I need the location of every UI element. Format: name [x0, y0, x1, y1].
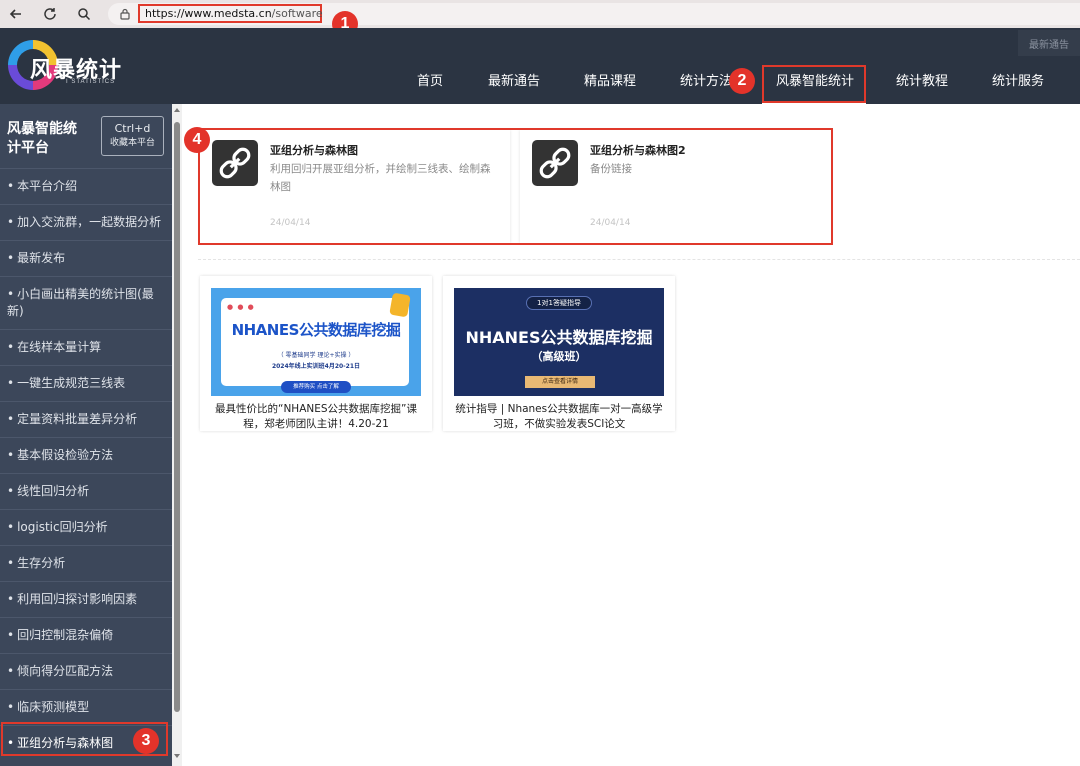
- sidebar-item[interactable]: • 加入交流群，一起数据分析: [0, 204, 172, 240]
- promo-image-button: 点击查看详情: [525, 376, 595, 388]
- bookmark-button[interactable]: Ctrl+d 收藏本平台: [101, 116, 164, 156]
- promo-image-subtitle: （高级班）: [531, 350, 587, 363]
- nav-item-services[interactable]: 统计服务: [992, 70, 1044, 89]
- promo-image-line: （ 零基础同学 理论+实操 ）: [277, 352, 355, 359]
- sidebar-item[interactable]: • 定量资料批量差异分析: [0, 401, 172, 437]
- sidebar-title: 风暴智能统计平台: [7, 121, 77, 156]
- url-field[interactable]: https://www.medsta.cn/software: [138, 4, 323, 23]
- sidebar-scrollbar-thumb[interactable]: [174, 122, 180, 712]
- promo-caption[interactable]: 最具性价比的“NHANES公共数据库挖掘”课程，郑老师团队主讲！4.20-21: [208, 402, 424, 432]
- nav-item-methods[interactable]: 统计方法: [680, 70, 732, 89]
- promo-card[interactable]: ● ● ● NHANES公共数据库挖掘 （ 零基础同学 理论+实操 ） 2024…: [200, 276, 432, 431]
- back-icon[interactable]: [6, 4, 26, 24]
- scroll-up-icon[interactable]: [173, 106, 181, 114]
- sidebar-item[interactable]: • 一键生成规范三线表: [0, 365, 172, 401]
- promo-card[interactable]: 1对1答疑指导 NHANES公共数据库挖掘 （高级班） 点击查看详情 统计指导 …: [443, 276, 675, 431]
- sidebar-item[interactable]: • logistic回归分析: [0, 509, 172, 545]
- promo-image-line: 2024年线上实训班4月20-21日: [271, 363, 361, 370]
- promo-image[interactable]: ● ● ● NHANES公共数据库挖掘 （ 零基础同学 理论+实操 ） 2024…: [211, 288, 421, 396]
- top-notice-link[interactable]: 最新通告: [1018, 30, 1080, 56]
- promo-image[interactable]: 1对1答疑指导 NHANES公共数据库挖掘 （高级班） 点击查看详情: [454, 288, 664, 396]
- nav-item-courses[interactable]: 精品课程: [584, 70, 636, 89]
- site-logo[interactable]: 风暴统计 I STATISTICS: [6, 36, 146, 92]
- annotation-badge-3: 3: [133, 728, 159, 754]
- search-icon[interactable]: [74, 4, 94, 24]
- sidebar-item[interactable]: • 在线样本量计算: [0, 329, 172, 365]
- url-path: /software: [271, 7, 323, 20]
- url-domain: https://www.medsta.cn: [145, 7, 272, 20]
- promo-image-tag: 1对1答疑指导: [526, 296, 592, 310]
- promo-image-panel: [221, 298, 409, 386]
- sidebar-item[interactable]: • 临床预测模型: [0, 689, 172, 725]
- sidebar-item[interactable]: • 倾向得分匹配方法: [0, 653, 172, 689]
- sidebar-item[interactable]: • 小白画出精美的统计图(最新): [0, 276, 172, 329]
- sticker-icon: [389, 292, 411, 318]
- reload-icon[interactable]: [40, 4, 60, 24]
- site-info-icon[interactable]: [118, 6, 132, 20]
- browser-toolbar: https://www.medsta.cn/software: [0, 0, 1080, 28]
- nav-item-notices[interactable]: 最新通告: [488, 70, 540, 89]
- bookmark-label: 收藏本平台: [109, 138, 155, 148]
- annotation-badge-2: 2: [729, 68, 755, 94]
- promo-image-button: 推荐购买 点击了解: [281, 381, 351, 393]
- sidebar-item[interactable]: • 生存分析: [0, 545, 172, 581]
- window-dots-icon: ● ● ●: [227, 303, 255, 311]
- annotation-badge-4: 4: [184, 127, 210, 153]
- promo-caption[interactable]: 统计指导 | Nhanes公共数据库一对一高级学习班，不做实验发表SCI论文: [451, 402, 667, 432]
- logo-subtitle: I STATISTICS: [66, 79, 116, 85]
- content-divider: [198, 259, 1080, 260]
- annotation-box-cards: [198, 128, 833, 245]
- sidebar-item[interactable]: • 线性回归分析: [0, 473, 172, 509]
- scroll-down-icon[interactable]: [173, 752, 181, 760]
- annotation-box-nav: [762, 65, 866, 103]
- sidebar: 风暴智能统计平台 Ctrl+d 收藏本平台 • 本平台介绍 • 加入交流群，一起数据…: [0, 104, 172, 766]
- promo-image-title: NHANES公共数据库挖掘: [231, 321, 401, 339]
- sidebar-item[interactable]: • 本平台介绍: [0, 168, 172, 204]
- sidebar-item[interactable]: • 回归控制混杂偏倚: [0, 617, 172, 653]
- sidebar-item[interactable]: • 利用回归探讨影响因素: [0, 581, 172, 617]
- promo-image-title: NHANES公共数据库挖掘: [465, 328, 653, 347]
- sidebar-item[interactable]: • 最新发布: [0, 240, 172, 276]
- bookmark-shortcut: Ctrl+d: [114, 122, 151, 135]
- nav-item-tutorials[interactable]: 统计教程: [896, 70, 948, 89]
- site-header: [0, 28, 1080, 104]
- sidebar-menu: • 本平台介绍 • 加入交流群，一起数据分析 • 最新发布 • 小白画出精美的统计图(最…: [0, 168, 172, 761]
- sidebar-item[interactable]: • 基本假设检验方法: [0, 437, 172, 473]
- nav-item-home[interactable]: 首页: [417, 70, 443, 89]
